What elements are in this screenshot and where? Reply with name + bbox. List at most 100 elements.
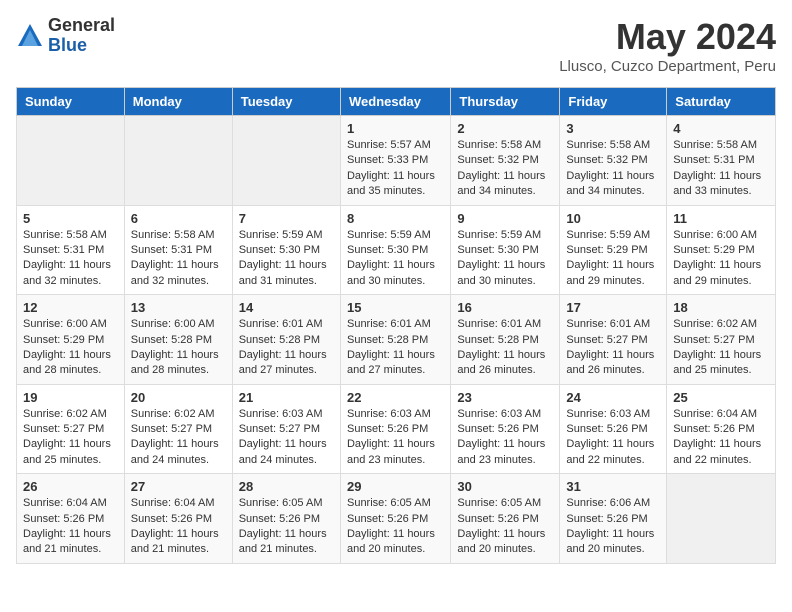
day-cell: 7 Sunrise: 5:59 AM Sunset: 5:30 PM Daylig… (232, 205, 340, 295)
logo-general-text: General (48, 16, 115, 36)
day-cell: 12 Sunrise: 6:00 AM Sunset: 5:29 PM Dayli… (17, 295, 125, 385)
day-cell: 17Sunrise: 6:01 AM Sunset: 5:27 PM Dayli… (560, 295, 667, 385)
day-number: 19 (23, 390, 118, 405)
day-number: 24 (566, 390, 660, 405)
calendar-location: Llusco, Cuzco Department, Peru (559, 58, 776, 75)
page-header: General Blue May 2024 Llusco, Cuzco Depa… (16, 16, 776, 75)
day-info: Sunrise: 6:00 AM Sunset: 5:29 PM Dayligh… (23, 317, 118, 379)
header-tuesday: Tuesday (232, 88, 340, 116)
logo-icon (16, 22, 44, 50)
day-cell: 6 Sunrise: 5:58 AM Sunset: 5:31 PM Daylig… (124, 205, 232, 295)
logo-blue-text: Blue (48, 36, 115, 56)
day-number: 31 (566, 479, 660, 494)
day-cell: 15 Sunrise: 6:01 AM Sunset: 5:28 PM Dayli… (340, 295, 450, 385)
day-cell: 25Sunrise: 6:04 AM Sunset: 5:26 PM Dayli… (667, 384, 776, 474)
day-cell: 10 Sunrise: 5:59 AM Sunset: 5:29 PM Dayli… (560, 205, 667, 295)
day-info: Sunrise: 6:00 AM Sunset: 5:29 PM Dayligh… (673, 228, 769, 290)
day-info: Sunrise: 6:01 AM Sunset: 5:28 PM Dayligh… (239, 317, 334, 379)
day-info: Sunrise: 6:05 AM Sunset: 5:26 PM Dayligh… (239, 496, 334, 558)
day-number: 15 (347, 300, 444, 315)
day-info: Sunrise: 6:03 AM Sunset: 5:26 PM Dayligh… (457, 407, 553, 469)
day-info: Sunrise: 6:06 AM Sunset: 5:26 PM Dayligh… (566, 496, 660, 558)
day-cell: 24 Sunrise: 6:03 AM Sunset: 5:26 PM Dayli… (560, 384, 667, 474)
day-info: Sunrise: 6:04 AM Sunset: 5:26 PM Dayligh… (673, 407, 769, 469)
day-info: Sunrise: 5:58 AM Sunset: 5:31 PM Dayligh… (131, 228, 226, 290)
day-info: Sunrise: 6:03 AM Sunset: 5:27 PM Dayligh… (239, 407, 334, 469)
calendar-title: May 2024 (559, 16, 776, 58)
day-cell: 27Sunrise: 6:04 AM Sunset: 5:26 PM Dayli… (124, 474, 232, 564)
day-info: Sunrise: 5:58 AM Sunset: 5:32 PM Dayligh… (566, 138, 660, 200)
day-cell: 16 Sunrise: 6:01 AM Sunset: 5:28 PM Dayli… (451, 295, 560, 385)
day-info: Sunrise: 5:59 AM Sunset: 5:30 PM Dayligh… (347, 228, 444, 290)
day-number: 17 (566, 300, 660, 315)
day-cell: 18 Sunrise: 6:02 AM Sunset: 5:27 PM Dayli… (667, 295, 776, 385)
day-number: 13 (131, 300, 226, 315)
day-cell: 29Sunrise: 6:05 AM Sunset: 5:26 PM Dayli… (340, 474, 450, 564)
day-info: Sunrise: 6:02 AM Sunset: 5:27 PM Dayligh… (673, 317, 769, 379)
day-number: 12 (23, 300, 118, 315)
day-number: 11 (673, 211, 769, 226)
day-cell: 30 Sunrise: 6:05 AM Sunset: 5:26 PM Dayli… (451, 474, 560, 564)
day-number: 9 (457, 211, 553, 226)
day-number: 14 (239, 300, 334, 315)
day-number: 5 (23, 211, 118, 226)
day-cell (667, 474, 776, 564)
day-number: 22 (347, 390, 444, 405)
day-number: 1 (347, 121, 444, 136)
day-number: 8 (347, 211, 444, 226)
day-number: 28 (239, 479, 334, 494)
day-info: Sunrise: 6:05 AM Sunset: 5:26 PM Dayligh… (457, 496, 553, 558)
day-info: Sunrise: 5:59 AM Sunset: 5:29 PM Dayligh… (566, 228, 660, 290)
header-thursday: Thursday (451, 88, 560, 116)
day-info: Sunrise: 5:58 AM Sunset: 5:32 PM Dayligh… (457, 138, 553, 200)
week-row-5: 26Sunrise: 6:04 AM Sunset: 5:26 PM Dayli… (17, 474, 776, 564)
day-number: 30 (457, 479, 553, 494)
day-info: Sunrise: 5:58 AM Sunset: 5:31 PM Dayligh… (673, 138, 769, 200)
week-row-3: 12 Sunrise: 6:00 AM Sunset: 5:29 PM Dayli… (17, 295, 776, 385)
header-wednesday: Wednesday (340, 88, 450, 116)
day-info: Sunrise: 6:01 AM Sunset: 5:28 PM Dayligh… (457, 317, 553, 379)
day-number: 23 (457, 390, 553, 405)
day-cell: 2Sunrise: 5:58 AM Sunset: 5:32 PM Daylig… (451, 116, 560, 206)
day-number: 6 (131, 211, 226, 226)
day-cell: 5 Sunrise: 5:58 AM Sunset: 5:31 PM Daylig… (17, 205, 125, 295)
day-info: Sunrise: 6:03 AM Sunset: 5:26 PM Dayligh… (347, 407, 444, 469)
day-info: Sunrise: 6:01 AM Sunset: 5:28 PM Dayligh… (347, 317, 444, 379)
day-cell: 13 Sunrise: 6:00 AM Sunset: 5:28 PM Dayli… (124, 295, 232, 385)
day-cell: 22 Sunrise: 6:03 AM Sunset: 5:26 PM Dayli… (340, 384, 450, 474)
day-info: Sunrise: 6:02 AM Sunset: 5:27 PM Dayligh… (23, 407, 118, 469)
day-info: Sunrise: 6:00 AM Sunset: 5:28 PM Dayligh… (131, 317, 226, 379)
day-cell: 19 Sunrise: 6:02 AM Sunset: 5:27 PM Dayli… (17, 384, 125, 474)
day-number: 4 (673, 121, 769, 136)
day-cell: 23 Sunrise: 6:03 AM Sunset: 5:26 PM Dayli… (451, 384, 560, 474)
day-info: Sunrise: 5:58 AM Sunset: 5:31 PM Dayligh… (23, 228, 118, 290)
day-info: Sunrise: 5:59 AM Sunset: 5:30 PM Dayligh… (239, 228, 334, 290)
day-number: 21 (239, 390, 334, 405)
day-number: 7 (239, 211, 334, 226)
day-cell: 26Sunrise: 6:04 AM Sunset: 5:26 PM Dayli… (17, 474, 125, 564)
day-cell: 31 Sunrise: 6:06 AM Sunset: 5:26 PM Dayli… (560, 474, 667, 564)
header-sunday: Sunday (17, 88, 125, 116)
header-monday: Monday (124, 88, 232, 116)
day-number: 27 (131, 479, 226, 494)
day-number: 18 (673, 300, 769, 315)
day-number: 16 (457, 300, 553, 315)
day-number: 26 (23, 479, 118, 494)
day-cell: 28 Sunrise: 6:05 AM Sunset: 5:26 PM Dayli… (232, 474, 340, 564)
header-row: SundayMondayTuesdayWednesdayThursdayFrid… (17, 88, 776, 116)
day-cell: 9Sunrise: 5:59 AM Sunset: 5:30 PM Daylig… (451, 205, 560, 295)
day-info: Sunrise: 6:05 AM Sunset: 5:26 PM Dayligh… (347, 496, 444, 558)
day-number: 10 (566, 211, 660, 226)
header-saturday: Saturday (667, 88, 776, 116)
day-cell (232, 116, 340, 206)
week-row-4: 19 Sunrise: 6:02 AM Sunset: 5:27 PM Dayli… (17, 384, 776, 474)
day-cell (124, 116, 232, 206)
title-block: May 2024 Llusco, Cuzco Department, Peru (559, 16, 776, 75)
day-number: 3 (566, 121, 660, 136)
day-info: Sunrise: 6:03 AM Sunset: 5:26 PM Dayligh… (566, 407, 660, 469)
day-cell: 3 Sunrise: 5:58 AM Sunset: 5:32 PM Daylig… (560, 116, 667, 206)
header-friday: Friday (560, 88, 667, 116)
day-cell: 20Sunrise: 6:02 AM Sunset: 5:27 PM Dayli… (124, 384, 232, 474)
logo: General Blue (16, 16, 115, 56)
week-row-1: 1Sunrise: 5:57 AM Sunset: 5:33 PM Daylig… (17, 116, 776, 206)
